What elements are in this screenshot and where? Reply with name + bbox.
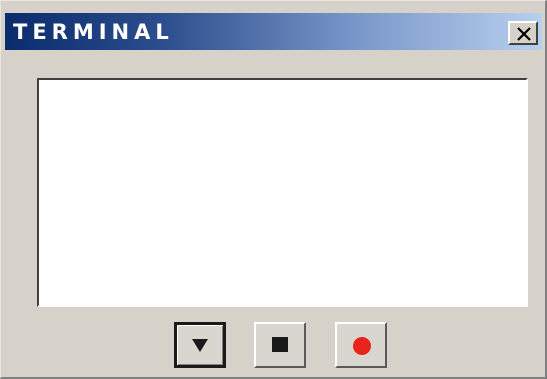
close-button[interactable] (508, 21, 538, 45)
terminal-window: TERMINAL (0, 0, 547, 379)
record-button[interactable] (335, 322, 387, 368)
stop-button[interactable] (254, 322, 306, 368)
close-icon (517, 27, 531, 41)
window-title: TERMINAL (13, 20, 174, 44)
title-bar[interactable]: TERMINAL (5, 13, 542, 50)
record-dot-icon (353, 337, 371, 355)
triangle-down-icon (192, 339, 208, 352)
terminal-output-area[interactable] (37, 78, 528, 307)
stop-square-icon (272, 337, 288, 352)
scroll-down-button[interactable] (174, 322, 226, 368)
